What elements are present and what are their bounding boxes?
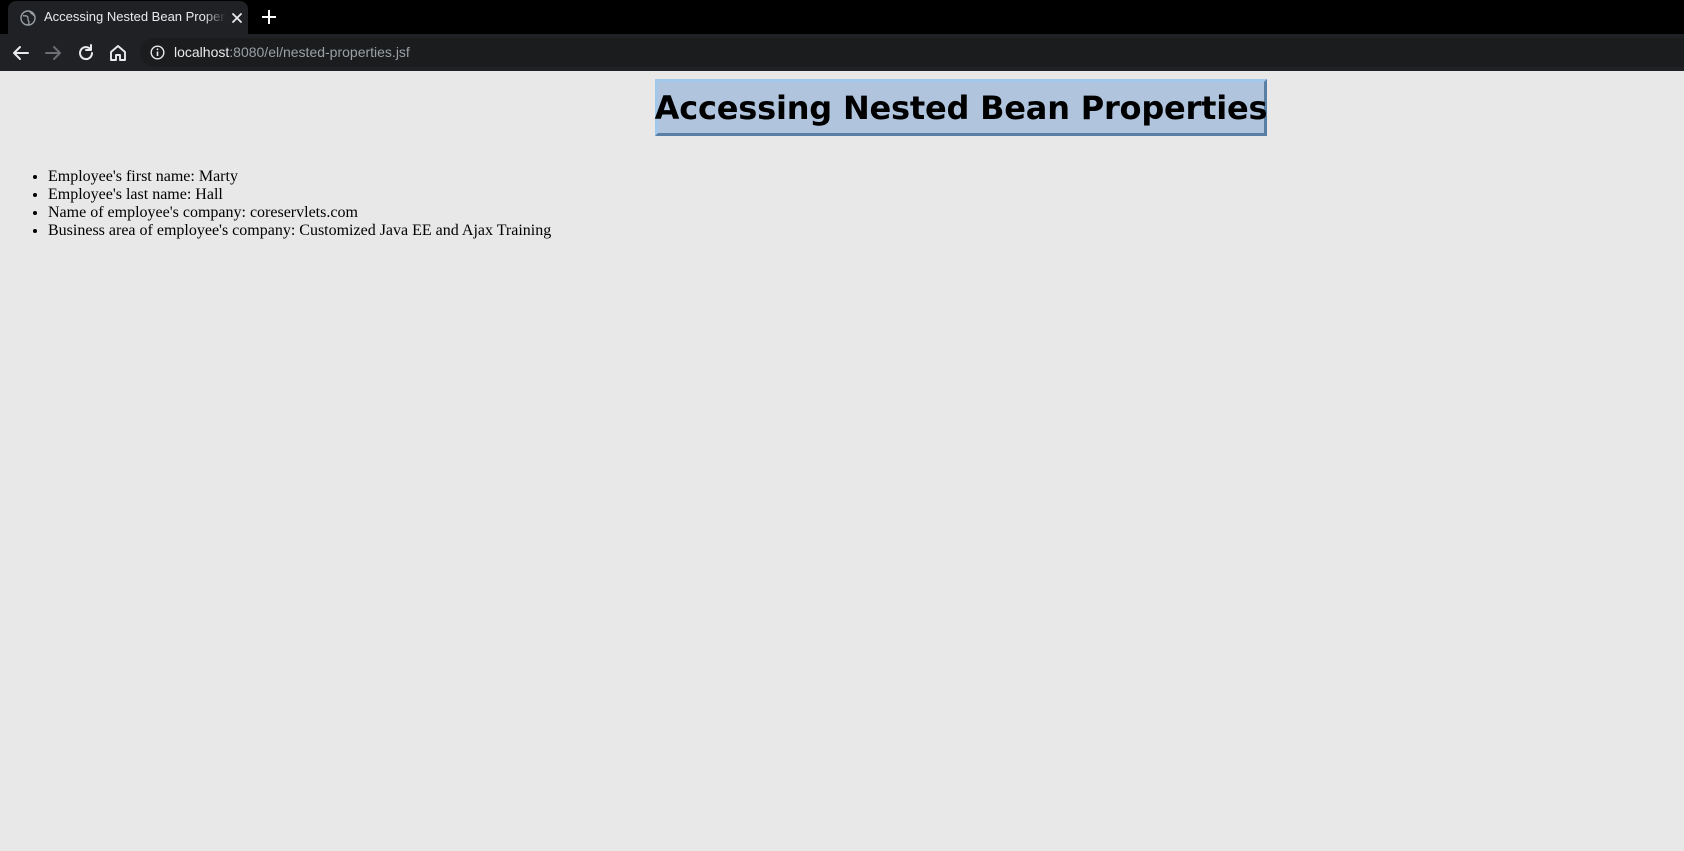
item-value: Customized Java EE and Ajax Training (299, 222, 552, 239)
address-bar[interactable]: localhost:8080/el/nested-properties.jsf (140, 38, 1684, 67)
home-icon[interactable] (107, 42, 129, 64)
info-icon[interactable] (150, 45, 165, 60)
list-item: Name of employee's company: coreservlets… (48, 204, 551, 222)
title-panel: Accessing Nested Bean Properties (654, 79, 1268, 136)
item-label: Employee's last name: (48, 186, 192, 203)
tab-strip: Accessing Nested Bean Properties (0, 0, 1684, 34)
list-item: Employee's first name: Marty (48, 168, 551, 186)
globe-icon (20, 10, 36, 26)
url-host: localhost (174, 44, 230, 60)
browser-tab[interactable]: Accessing Nested Bean Properties (8, 1, 248, 34)
browser-toolbar: localhost:8080/el/nested-properties.jsf (0, 34, 1684, 71)
url-path: :8080/el/nested-properties.jsf (229, 44, 410, 60)
tab-title: Accessing Nested Bean Properties (44, 9, 226, 24)
back-arrow-icon[interactable] (10, 42, 32, 64)
item-value: coreservlets.com (249, 204, 358, 221)
close-icon[interactable] (230, 11, 244, 25)
item-value: Hall (195, 186, 223, 203)
url-text[interactable]: localhost:8080/el/nested-properties.jsf (174, 44, 410, 60)
plus-icon[interactable] (260, 8, 278, 26)
forward-arrow-icon[interactable] (42, 42, 64, 64)
list-item: Employee's last name: Hall (48, 186, 551, 204)
item-label: Employee's first name: (48, 168, 195, 185)
reload-icon[interactable] (75, 42, 97, 64)
list-item: Business area of employee's company: Cus… (48, 222, 551, 240)
page-title: Accessing Nested Bean Properties (654, 88, 1268, 127)
item-value: Marty (198, 168, 238, 185)
item-label: Name of employee's company: (48, 204, 246, 221)
item-label: Business area of employee's company: (48, 222, 296, 239)
employee-info-list: Employee's first name: Marty Employee's … (0, 168, 551, 240)
page-content: Accessing Nested Bean Properties Employe… (0, 71, 1684, 851)
